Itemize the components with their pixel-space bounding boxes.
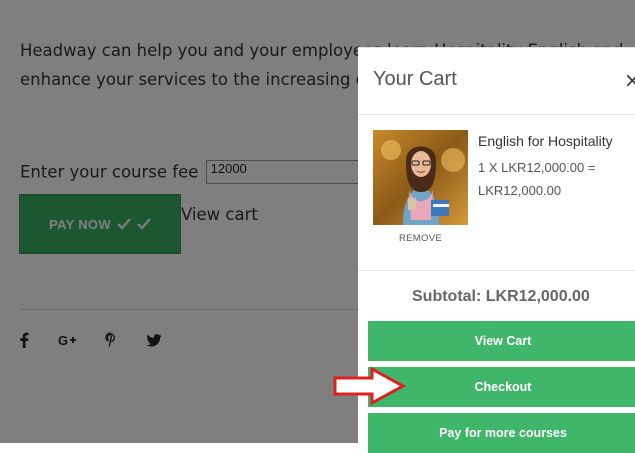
remove-link[interactable]: REMOVE: [373, 233, 468, 244]
view-cart-button[interactable]: View Cart: [368, 321, 635, 361]
product-thumbnail[interactable]: [373, 130, 468, 225]
cart-item-price-line: 1 X LKR12,000.00 =: [478, 160, 596, 175]
cart-header: Your Cart ×: [358, 48, 635, 115]
arrow-right-icon: [333, 366, 406, 406]
cart-title: Your Cart: [373, 68, 457, 90]
cart-item-name[interactable]: English for Hospitality: [478, 133, 613, 149]
subtotal-text: Subtotal: LKR12,000.00: [412, 288, 590, 305]
pay-for-more-courses-button[interactable]: Pay for more courses: [368, 413, 635, 453]
checkout-button[interactable]: Checkout: [368, 367, 635, 407]
cart-subtotal: Subtotal: LKR12,000.00: [358, 288, 635, 306]
close-icon[interactable]: ×: [624, 70, 635, 90]
divider: [358, 270, 635, 271]
cart-item-total: LKR12,000.00: [478, 183, 562, 198]
